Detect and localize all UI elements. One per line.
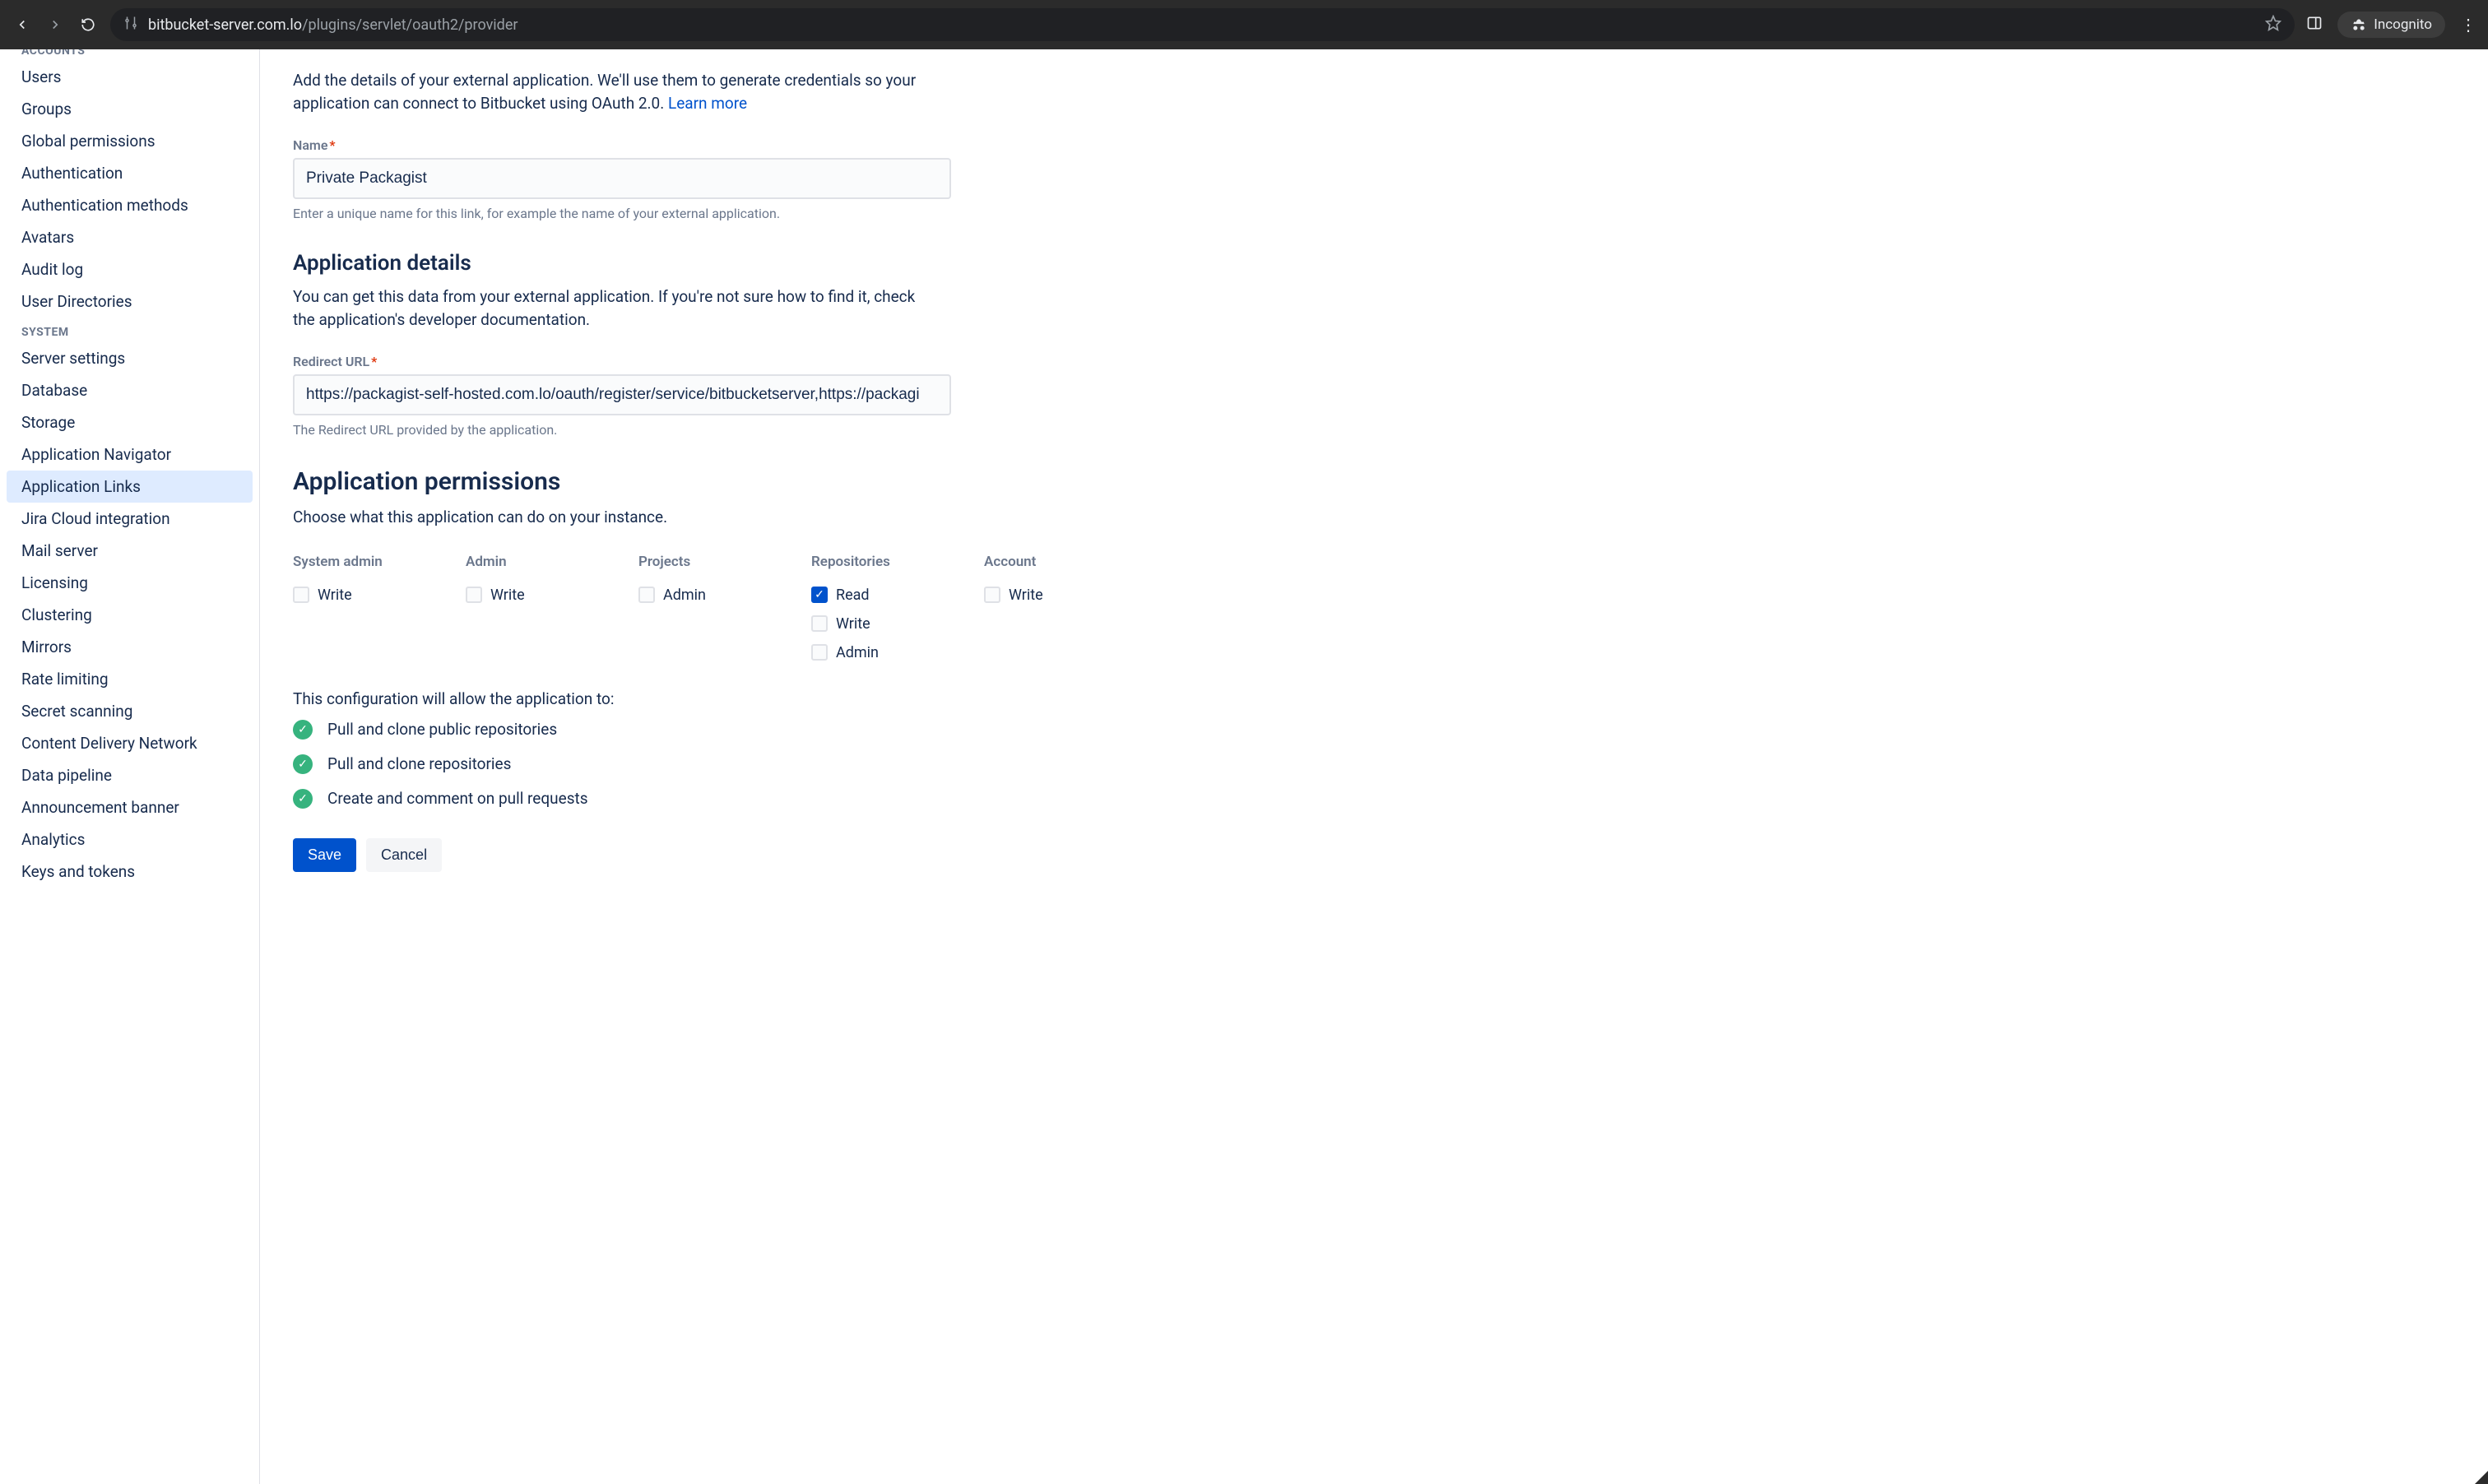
sidebar-item[interactable]: Analytics bbox=[0, 823, 259, 856]
sidebar-item[interactable]: Content Delivery Network bbox=[0, 727, 259, 759]
sidebar-item[interactable]: Avatars bbox=[0, 221, 259, 253]
browser-chrome: bitbucket-server.com.lo/plugins/servlet/… bbox=[0, 0, 2488, 49]
permission-column: Account Write bbox=[984, 554, 1083, 661]
permission-option[interactable]: Admin bbox=[638, 587, 737, 604]
permission-option[interactable]: ✓ Read bbox=[811, 587, 910, 604]
sidebar-item[interactable]: Application Links bbox=[7, 471, 253, 503]
sidebar-item[interactable]: Audit log bbox=[0, 253, 259, 285]
permission-column: Projects Admin bbox=[638, 554, 737, 661]
capability-label: Pull and clone repositories bbox=[327, 754, 511, 773]
permission-option-label: Read bbox=[836, 587, 870, 604]
permission-column-head: System admin bbox=[293, 554, 392, 570]
sidebar-item[interactable]: Users bbox=[0, 61, 259, 93]
forward-button[interactable] bbox=[44, 14, 66, 35]
check-circle-icon: ✓ bbox=[293, 720, 313, 740]
checkbox-icon[interactable]: ✓ bbox=[811, 587, 828, 603]
permission-column-head: Admin bbox=[466, 554, 564, 570]
admin-sidebar: ACCOUNTSUsersGroupsGlobal permissionsAut… bbox=[0, 49, 260, 1484]
reload-button[interactable] bbox=[77, 14, 99, 35]
sidebar-item[interactable]: Application Navigator bbox=[0, 438, 259, 471]
back-button[interactable] bbox=[12, 14, 33, 35]
permissions-grid: System admin Write Admin Write Projects Admin… bbox=[293, 554, 2455, 661]
permission-column: Repositories ✓ Read Write Admin bbox=[811, 554, 910, 661]
browser-menu-icon[interactable]: ⋮ bbox=[2460, 15, 2476, 35]
url-display: bitbucket-server.com.lo/plugins/servlet/… bbox=[148, 16, 518, 34]
sidebar-item[interactable]: User Directories bbox=[0, 285, 259, 318]
permission-option-label: Write bbox=[318, 587, 352, 604]
permission-column-head: Repositories bbox=[811, 554, 910, 570]
address-bar[interactable]: bitbucket-server.com.lo/plugins/servlet/… bbox=[110, 8, 2295, 41]
sidebar-item[interactable]: Database bbox=[0, 374, 259, 406]
sidebar-item[interactable]: Jira Cloud integration bbox=[0, 503, 259, 535]
sidebar-item[interactable]: Secret scanning bbox=[0, 695, 259, 727]
capabilities-list: ✓ Pull and clone public repositories ✓ Pull… bbox=[293, 720, 2455, 809]
checkbox-icon[interactable] bbox=[466, 587, 482, 603]
check-circle-icon: ✓ bbox=[293, 789, 313, 809]
sidebar-item[interactable]: Server settings bbox=[0, 342, 259, 374]
permissions-heading: Application permissions bbox=[293, 467, 2455, 496]
sidebar-item[interactable]: Mail server bbox=[0, 535, 259, 567]
capability-item: ✓ Pull and clone public repositories bbox=[293, 720, 2455, 740]
permission-column-head: Account bbox=[984, 554, 1083, 570]
permission-option-label: Write bbox=[490, 587, 525, 604]
sidebar-item[interactable]: Announcement banner bbox=[0, 791, 259, 823]
permission-option[interactable]: Write bbox=[293, 587, 392, 604]
capability-item: ✓ Pull and clone repositories bbox=[293, 754, 2455, 774]
permission-option-label: Write bbox=[836, 615, 870, 633]
permission-column: System admin Write bbox=[293, 554, 392, 661]
cancel-button[interactable]: Cancel bbox=[366, 838, 442, 872]
capability-label: Pull and clone public repositories bbox=[327, 720, 557, 739]
capability-item: ✓ Create and comment on pull requests bbox=[293, 789, 2455, 809]
main-content: Add the details of your external applica… bbox=[260, 49, 2488, 1484]
checkbox-icon[interactable] bbox=[811, 644, 828, 661]
checkbox-icon[interactable] bbox=[811, 615, 828, 632]
permission-option[interactable]: Write bbox=[984, 587, 1083, 604]
sidebar-item[interactable]: Licensing bbox=[0, 567, 259, 599]
name-help: Enter a unique name for this link, for e… bbox=[293, 206, 951, 221]
sidebar-item[interactable]: Clustering bbox=[0, 599, 259, 631]
incognito-badge[interactable]: Incognito bbox=[2337, 12, 2445, 38]
sidebar-item[interactable]: Authentication bbox=[0, 157, 259, 189]
app-details-desc: You can get this data from your external… bbox=[293, 285, 935, 331]
name-field: Name* Enter a unique name for this link,… bbox=[293, 137, 951, 221]
sidebar-section-header: ACCOUNTS bbox=[0, 49, 259, 61]
permission-option[interactable]: Write bbox=[466, 587, 564, 604]
name-input[interactable] bbox=[293, 158, 951, 199]
sidebar-item[interactable]: Global permissions bbox=[0, 125, 259, 157]
check-circle-icon: ✓ bbox=[293, 754, 313, 774]
bookmark-star-icon[interactable] bbox=[2265, 15, 2281, 35]
redirect-url-field: Redirect URL* The Redirect URL provided … bbox=[293, 354, 951, 438]
intro-text: Add the details of your external applica… bbox=[293, 69, 935, 114]
capability-label: Create and comment on pull requests bbox=[327, 789, 588, 808]
redirect-url-input[interactable] bbox=[293, 374, 951, 415]
sidebar-section-header: SYSTEM bbox=[0, 318, 259, 342]
capabilities-intro: This configuration will allow the applic… bbox=[293, 689, 2455, 708]
permission-column-head: Projects bbox=[638, 554, 737, 570]
permission-option-label: Write bbox=[1009, 587, 1043, 604]
learn-more-link[interactable]: Learn more bbox=[668, 94, 747, 113]
side-panel-icon[interactable] bbox=[2306, 15, 2323, 35]
sidebar-item[interactable]: Storage bbox=[0, 406, 259, 438]
sidebar-item[interactable]: Rate limiting bbox=[0, 663, 259, 695]
checkbox-icon[interactable] bbox=[638, 587, 655, 603]
resize-corner bbox=[2475, 1471, 2488, 1484]
sidebar-item[interactable]: Data pipeline bbox=[0, 759, 259, 791]
redirect-url-help: The Redirect URL provided by the applica… bbox=[293, 422, 951, 438]
sidebar-item[interactable]: Keys and tokens bbox=[0, 856, 259, 888]
permissions-desc: Choose what this application can do on y… bbox=[293, 506, 935, 529]
save-button[interactable]: Save bbox=[293, 838, 356, 872]
sidebar-item[interactable]: Mirrors bbox=[0, 631, 259, 663]
permission-option-label: Admin bbox=[836, 644, 879, 661]
permission-option-label: Admin bbox=[663, 587, 706, 604]
site-settings-icon[interactable] bbox=[123, 16, 138, 34]
app-details-heading: Application details bbox=[293, 251, 2455, 276]
permission-option[interactable]: Write bbox=[811, 615, 910, 633]
permission-option[interactable]: Admin bbox=[811, 644, 910, 661]
sidebar-item[interactable]: Authentication methods bbox=[0, 189, 259, 221]
permission-column: Admin Write bbox=[466, 554, 564, 661]
checkbox-icon[interactable] bbox=[984, 587, 1000, 603]
sidebar-item[interactable]: Groups bbox=[0, 93, 259, 125]
checkbox-icon[interactable] bbox=[293, 587, 309, 603]
